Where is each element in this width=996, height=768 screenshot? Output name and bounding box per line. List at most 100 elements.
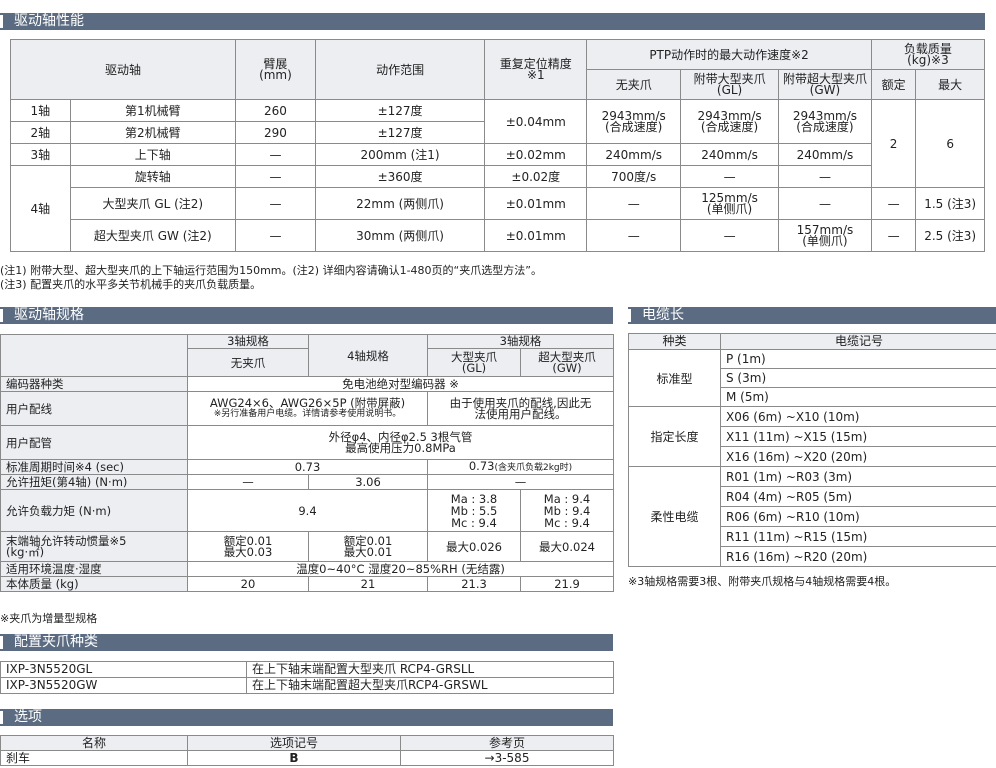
- spec-mass-v2: 21: [308, 576, 428, 592]
- options-table: 名称 选项记号 参考页 刹车 B →3-585: [0, 735, 614, 766]
- row4-axis: 4轴: [10, 165, 71, 252]
- spec-env-label: 适用环境温度·湿度: [0, 561, 188, 577]
- row4a-rep: ±0.02度: [484, 165, 588, 188]
- gripper-model: IXP-3N5520GL: [0, 661, 247, 678]
- row4c-v1: —: [586, 219, 682, 252]
- row4a-v3: —: [778, 165, 872, 188]
- section-header-options: 选项: [0, 709, 613, 726]
- gripper-desc: 在上下轴末端配置大型夹爪 RCP4-GRSLL: [246, 661, 614, 678]
- cable-col-kind: 种类: [628, 333, 721, 350]
- row4b-v1: —: [586, 187, 682, 220]
- spec-note: ※夹爪为增量型规格: [0, 612, 98, 625]
- col-nogrip: 无夹爪: [586, 69, 682, 100]
- row4c-arm: —: [235, 219, 316, 252]
- cable-col-code: 电缆记号: [720, 333, 996, 350]
- spec-moment-label: 允许负载力矩 (N·m): [0, 489, 188, 532]
- gripper-types-table: IXP-3N5520GL 在上下轴末端配置大型夹爪 RCP4-GRSLL IXP…: [0, 661, 614, 694]
- row4b-max: 1.5 (注3): [915, 187, 985, 220]
- cable-flex-label: 柔性电缆: [628, 466, 721, 567]
- row4c-range: 30mm (两侧爪): [314, 219, 486, 252]
- spec-col-3axis: 3轴规格: [187, 334, 309, 349]
- spec-cycle-label: 标准周期时间※4 (sec): [0, 459, 188, 475]
- cable-spec-label: 指定长度: [628, 406, 721, 467]
- opt-code: B: [187, 750, 401, 766]
- spec-mass-v4: 21.9: [519, 576, 615, 592]
- axis-spec-table: 3轴规格 4轴规格 3轴规格 无夹爪 大型夹爪 (GL) 超大型夹爪 (GW) …: [0, 334, 615, 592]
- row4c-v3: 157mm/s (单侧爪): [778, 219, 872, 252]
- col-repeatability: 重复定位精度 ※1: [484, 39, 588, 100]
- spec-col-3axis-grip: 3轴规格: [426, 334, 615, 349]
- row2-name: 第2机械臂: [69, 121, 237, 144]
- spec-moment-v1: 9.4: [187, 489, 428, 532]
- row4c-max: 2.5 (注3): [915, 219, 985, 252]
- row4b-name: 大型夹爪 GL (注2): [69, 187, 237, 220]
- opt-name: 刹车: [0, 750, 188, 766]
- row3-axis: 3轴: [10, 143, 71, 166]
- spec-corner: [0, 334, 188, 377]
- cable-flex-item: R01 (1m) ~R03 (3m): [720, 466, 996, 487]
- cable-spec-item: X06 (6m) ~X10 (10m): [720, 406, 996, 427]
- spec-mass-v3: 21.3: [427, 576, 521, 592]
- row4c-rep: ±0.01mm: [484, 219, 588, 252]
- load-rated: 2: [870, 99, 917, 188]
- section-header-cable-length: 电缆长: [628, 307, 996, 324]
- gripper-desc: 在上下轴末端配置超大型夹爪RCP4-GRSWL: [246, 677, 614, 694]
- section-header-axis-performance: 驱动轴性能: [0, 13, 985, 30]
- row3-v1: 240mm/s: [586, 143, 682, 166]
- row4a-v2: —: [680, 165, 780, 188]
- section-header-gripper-types: 配置夹爪种类: [0, 634, 613, 651]
- cable-std-item: M (5m): [720, 387, 996, 407]
- col-range: 动作范围: [314, 39, 486, 100]
- spec-col-gl: 大型夹爪 (GL): [427, 348, 521, 377]
- spec-wiring-sub: ※另行准备用户电缆。详情请参考使用说明书。: [213, 409, 402, 419]
- axis-note-2: (注3) 配置夹爪的水平多关节机械手的夹爪负载质量。: [0, 278, 262, 291]
- cable-length-table: 种类 电缆记号 标准型 P (1m) S (3m) M (5m) 指定长度 X0…: [628, 333, 996, 567]
- cable-flex-item: R06 (6m) ~R10 (10m): [720, 506, 996, 527]
- spec-col-nogrip: 无夹爪: [187, 348, 309, 377]
- row3-name: 上下轴: [69, 143, 237, 166]
- row4b-arm: —: [235, 187, 316, 220]
- row3-arm: —: [235, 143, 316, 166]
- row4b-range: 22mm (两侧爪): [314, 187, 486, 220]
- cable-spec-item: X16 (16m) ~X20 (20m): [720, 446, 996, 467]
- opt-col-ref: 参考页: [400, 735, 614, 751]
- spec-col-4axis: 4轴规格: [308, 334, 428, 377]
- spec-encoder-value: 免电池绝对型编码器 ※: [186, 376, 615, 392]
- row12-v1: 2943mm/s (合成速度): [586, 99, 682, 144]
- spec-moment-gw: Ma : 9.4 Mb : 9.4 Mc : 9.4: [519, 489, 615, 532]
- cable-std-item: P (1m): [720, 349, 996, 369]
- opt-col-name: 名称: [0, 735, 188, 751]
- spec-inertia-v1: 额定0.01 最大0.03: [187, 531, 309, 562]
- row3-rep: ±0.02mm: [484, 143, 588, 166]
- spec-cycle-v1: 0.73: [187, 459, 428, 475]
- spec-encoder-label: 编码器种类: [0, 376, 188, 392]
- spec-mass-v1: 20: [187, 576, 309, 592]
- row12-v2: 2943mm/s (合成速度): [680, 99, 780, 144]
- spec-cycle-v2-sub: (含夹爪负载2kg时): [494, 463, 573, 473]
- spec-mass-label: 本体质量 (kg): [0, 576, 188, 592]
- table-row: 刹车 B →3-585: [0, 750, 614, 766]
- row4b-v3: —: [778, 187, 872, 220]
- table-row: IXP-3N5520GW 在上下轴末端配置超大型夹爪RCP4-GRSWL: [0, 677, 614, 694]
- col-arm: 臂展 (mm): [235, 39, 316, 100]
- axis-note-1: (注1) 附带大型、超大型夹爪的上下轴运行范围为150mm。(注2) 详细内容请…: [0, 264, 542, 277]
- spec-torque-v1: —: [187, 474, 309, 490]
- spec-col-gw: 超大型夹爪 (GW): [519, 348, 615, 377]
- opt-col-code: 选项记号: [187, 735, 401, 751]
- row4b-rep: ±0.01mm: [484, 187, 588, 220]
- row1-arm: 260: [235, 99, 316, 122]
- row12-rep: ±0.04mm: [484, 99, 588, 144]
- cable-flex-item: R11 (11m) ~R15 (15m): [720, 526, 996, 547]
- row1-name: 第1机械臂: [69, 99, 237, 122]
- cable-flex-item: R16 (16m) ~R20 (20m): [720, 546, 996, 567]
- spec-moment-gl: Ma : 3.8 Mb : 5.5 Mc : 9.4: [427, 489, 521, 532]
- row3-v2: 240mm/s: [680, 143, 780, 166]
- row4c-name: 超大型夹爪 GW (注2): [69, 219, 237, 252]
- row2-axis: 2轴: [10, 121, 71, 144]
- opt-ref: →3-585: [400, 750, 614, 766]
- col-gw: 附带超大型夹爪 (GW): [778, 69, 872, 100]
- col-rated: 额定: [870, 69, 917, 100]
- row3-v3: 240mm/s: [778, 143, 872, 166]
- spec-cycle-v2: 0.73(含夹爪负载2kg时): [426, 459, 615, 475]
- row4a-arm: —: [235, 165, 316, 188]
